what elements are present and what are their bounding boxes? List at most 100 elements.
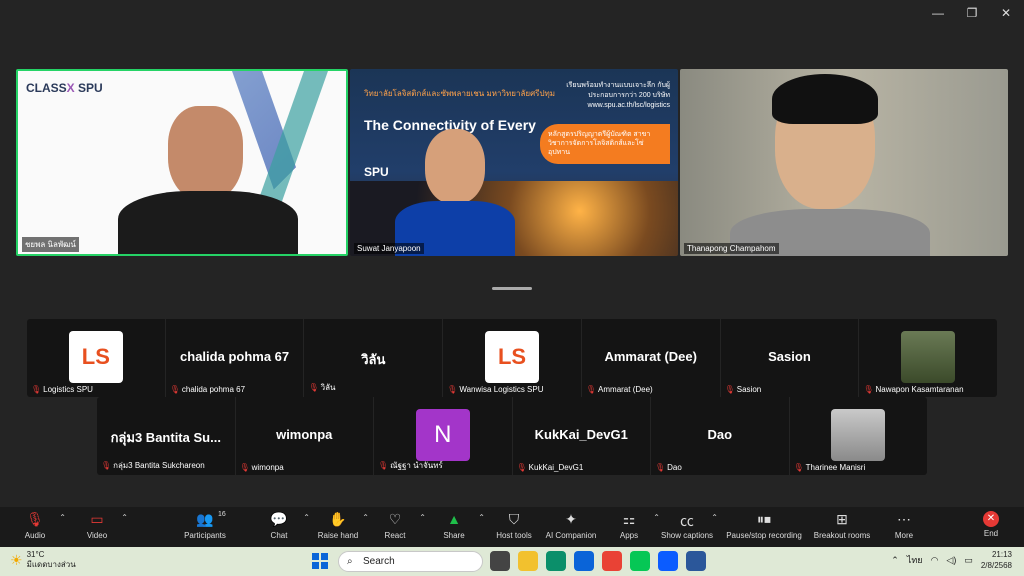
chevron-up-icon[interactable]: ⌃ (891, 555, 899, 566)
speaker-name: Thanapong Champahom (684, 243, 779, 254)
start-button[interactable] (312, 553, 328, 569)
slide-badge: หลักสูตรปริญญาตรีผู้บัณฑิต สาขาวิชาการจั… (540, 124, 670, 164)
edge-icon[interactable] (546, 551, 566, 571)
participant-name-label: 🎙 กลุ่ม3 Bantita Sukchareon (101, 461, 205, 470)
participant-tile[interactable]: กลุ่ม3 Bantita Su... 🎙 กลุ่ม3 Bantita Sukc… (97, 397, 236, 475)
participant-tile[interactable]: Sasion 🎙 Sasion (721, 319, 860, 397)
participant-display-name: กลุ่ม3 Bantita Su... (110, 430, 221, 445)
participants-button[interactable]: 👥 16 Participants (170, 511, 240, 540)
minimize-icon[interactable]: — (930, 6, 946, 20)
class-x-logo: CLASSX SPU (26, 81, 103, 95)
participant-tile[interactable]: Ammarat (Dee) 🎙 Ammarat (Dee) (582, 319, 721, 397)
wifi-icon[interactable]: ◠ (931, 555, 939, 566)
participant-display-name: chalida pohma 67 (180, 349, 290, 364)
clock[interactable]: 21:13 2/8/2568 (981, 549, 1012, 571)
taskbar-search[interactable]: ⌕ Search (338, 551, 483, 572)
taskbar-apps (490, 551, 706, 571)
mic-off-icon: 🎙 (585, 385, 597, 394)
battery-icon[interactable]: ▭ (964, 555, 973, 566)
participant-name-label: 🎙 wimonpa (239, 463, 284, 472)
window-controls: — ❐ ✕ (930, 6, 1014, 20)
participant-row-2: กลุ่ม3 Bantita Su... 🎙 กลุ่ม3 Bantita Sukc… (97, 397, 927, 475)
mic-off-icon: 🎙 (863, 385, 874, 394)
participant-name-label: 🎙 วิลัน (308, 383, 336, 392)
speaker-face (425, 129, 485, 204)
speaker-tile-2[interactable]: วิทยาลัยโลจิสติกส์และซัพพลายเชน มหาวิทยา… (350, 69, 678, 256)
participant-name-label: 🎙 Tharinee Manisri (793, 463, 866, 472)
show-captions-button[interactable]: ㏄ Show captions ⌃ (652, 511, 722, 540)
mic-off-icon: 🎙 (308, 383, 319, 392)
search-icon: ⌕ (347, 556, 353, 567)
zoom-icon[interactable] (658, 551, 678, 571)
participant-name-label: 🎙 ณัฐฐา นำจันทร์ (378, 461, 443, 470)
participant-tile[interactable]: LS 🎙 Logistics SPU (27, 319, 166, 397)
slide-right-text: เรียนพร้อมทำงานแบบเจาะลึก กับผู้ประกอบกา… (566, 82, 670, 109)
volume-icon[interactable]: ◁) (946, 555, 956, 566)
sun-icon: ☀ (10, 551, 23, 568)
file-explorer-icon[interactable] (518, 551, 538, 571)
slide-brand: SPU (364, 165, 389, 179)
chrome-icon[interactable] (602, 551, 622, 571)
participant-name-label: 🎙 KukKai_DevG1 (516, 463, 584, 472)
participant-tile[interactable]: KukKai_DevG1 🎙 KukKai_DevG1 (513, 397, 651, 475)
participant-name-label: 🎙 Dao (655, 463, 682, 472)
restore-icon[interactable]: ❐ (964, 6, 980, 20)
chevron-up-icon[interactable]: ⌃ (711, 513, 718, 522)
speaker-name: ชยพล นิลพัฒน์ (22, 237, 79, 252)
mic-off-icon: 🎙 (31, 385, 42, 394)
participant-tile[interactable]: chalida pohma 67 🎙 chalida pohma 67 (166, 319, 305, 397)
participant-tile[interactable]: 🎙 Nawapon Kasamtaranan (859, 319, 997, 397)
logistics-logo-avatar: LS (68, 331, 123, 383)
task-view-icon[interactable] (490, 551, 510, 571)
line-icon[interactable] (630, 551, 650, 571)
more-button[interactable]: ⋯ More (869, 511, 939, 540)
audio-button[interactable]: 🎙 Audio ⌃ (0, 511, 70, 540)
language-indicator[interactable]: ไทย (907, 553, 923, 567)
captions-icon: ㏄ (680, 513, 694, 529)
grid-icon: ⊞ (836, 511, 848, 527)
participant-tile[interactable]: LS 🎙 Wanwisa Logistics SPU (443, 319, 582, 397)
participant-name-label: 🎙 chalida pohma 67 (169, 385, 246, 394)
speaker-tile-3[interactable]: Thanapong Champahom (680, 69, 1008, 256)
mic-off-icon: 🎙 (655, 463, 666, 472)
sparkle-icon: ✦ (565, 511, 577, 527)
participant-display-name: วิลัน (361, 352, 386, 367)
word-icon[interactable] (686, 551, 706, 571)
mic-off-icon: 🎙 (26, 511, 44, 527)
chevron-up-icon[interactable]: ⌃ (121, 513, 128, 522)
participant-tile[interactable]: N 🎙 ณัฐฐา นำจันทร์ (374, 397, 513, 475)
mic-off-icon: 🎙 (239, 463, 250, 472)
pause-recording-button[interactable]: ⏸⏹ Pause/stop recording (726, 511, 802, 540)
pause-stop-icon: ⏸⏹ (757, 511, 771, 527)
chat-icon: 💬 (270, 511, 288, 527)
breakout-rooms-button[interactable]: ⊞ Breakout rooms (807, 511, 877, 540)
end-button[interactable]: ✕ End (956, 511, 1024, 538)
speaker-body (118, 191, 298, 254)
video-off-icon: ▭ (90, 511, 104, 527)
gallery-resize-handle[interactable] (492, 287, 532, 290)
weather-temp: 31°C (26, 550, 45, 559)
logistics-logo-avatar: LS (485, 331, 540, 383)
initial-avatar: N (415, 409, 470, 461)
more-icon: ⋯ (897, 511, 911, 527)
store-icon[interactable] (574, 551, 594, 571)
photo-avatar (901, 331, 956, 383)
participant-tile[interactable]: Dao 🎙 Dao (651, 397, 790, 475)
speaker-hair (772, 74, 878, 124)
participant-tile[interactable]: wimonpa 🎙 wimonpa (236, 397, 374, 475)
speaker-tile-1[interactable]: CLASSX SPU ชยพล นิลพัฒน์ (16, 69, 348, 256)
participant-tile[interactable]: 🎙 Tharinee Manisri (790, 397, 928, 475)
mic-off-icon: 🎙 (516, 463, 527, 472)
photo-avatar (831, 409, 886, 461)
hand-icon: ✋ (329, 511, 347, 527)
speaker-face (168, 106, 243, 201)
participant-display-name: Ammarat (Dee) (604, 349, 697, 364)
share-screen-icon: ▲ (447, 511, 461, 527)
video-button[interactable]: ▭ Video ⌃ (62, 511, 132, 540)
close-icon[interactable]: ✕ (998, 6, 1014, 20)
weather-widget[interactable]: ☀ 31°C มีแดดบางส่วน (10, 550, 76, 570)
participants-icon: 👥 (196, 511, 214, 527)
participant-tile[interactable]: วิลัน 🎙 วิลัน (304, 319, 444, 397)
participant-name-label: 🎙 Logistics SPU (31, 385, 93, 394)
mic-off-icon: 🎙 (793, 463, 804, 472)
